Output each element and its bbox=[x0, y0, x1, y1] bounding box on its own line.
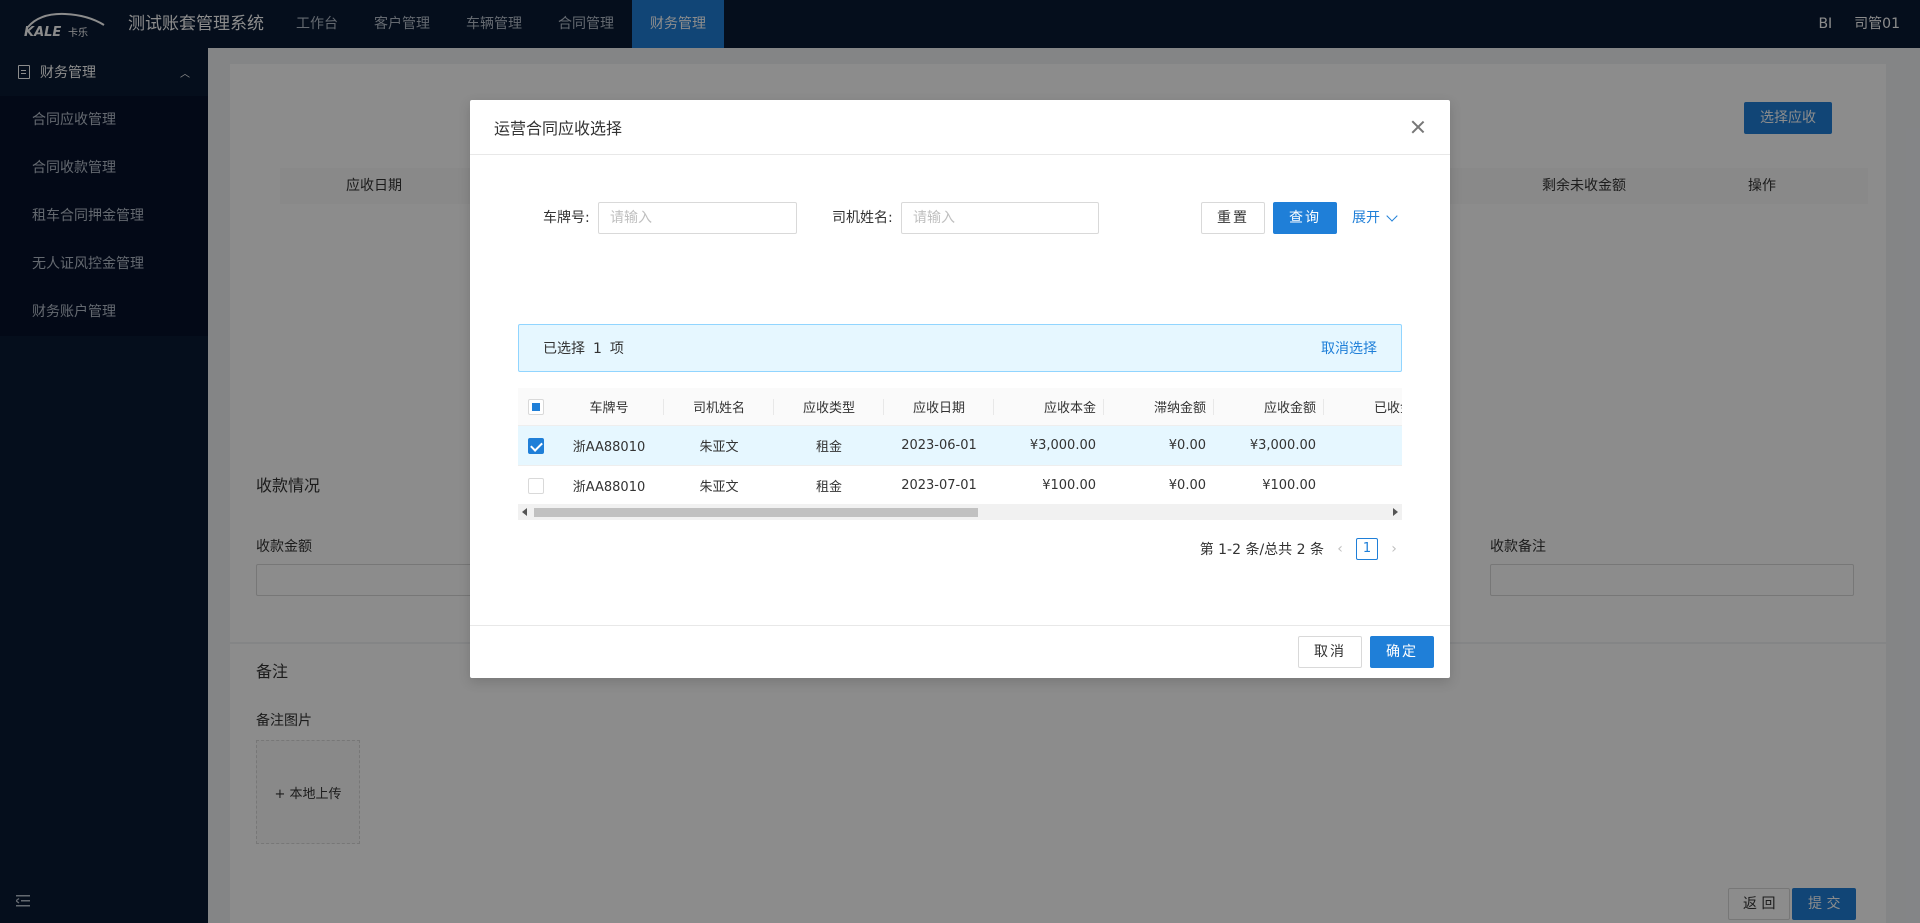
scroll-right-icon[interactable] bbox=[1393, 508, 1398, 516]
cell-plate: 浙AA88010 bbox=[572, 440, 646, 455]
selection-info: 已选择 1 项 bbox=[543, 338, 624, 358]
close-icon[interactable] bbox=[1410, 119, 1426, 135]
cell-type: 租金 bbox=[815, 440, 842, 455]
next-page-icon[interactable]: › bbox=[1386, 541, 1402, 557]
selection-count: 1 bbox=[593, 341, 602, 357]
cell-type: 租金 bbox=[815, 480, 842, 495]
cell-principal: ¥100.00 bbox=[1042, 478, 1096, 493]
cell-principal: ¥3,000.00 bbox=[1029, 438, 1096, 453]
cell-late-fee: ¥0.00 bbox=[1168, 478, 1206, 493]
row-checkbox[interactable] bbox=[528, 477, 544, 494]
reset-button[interactable]: 重置 bbox=[1201, 202, 1265, 234]
select-all-checkbox[interactable] bbox=[528, 398, 544, 415]
clear-selection-link[interactable]: 取消选择 bbox=[1321, 338, 1377, 358]
confirm-button[interactable]: 确定 bbox=[1370, 636, 1434, 668]
cell-date: 2023-07-01 bbox=[901, 478, 977, 493]
cell-driver: 朱亚文 bbox=[699, 480, 739, 495]
table-horizontal-scrollbar[interactable] bbox=[518, 504, 1402, 520]
pagination-summary: 第 1-2 条/总共 2 条 bbox=[1199, 542, 1324, 558]
cell-plate: 浙AA88010 bbox=[572, 480, 646, 495]
expand-label: 展开 bbox=[1352, 210, 1380, 226]
cell-received-amount: ¥0 bbox=[1324, 466, 1402, 505]
cancel-button[interactable]: 取消 bbox=[1298, 636, 1362, 668]
scrollbar-thumb[interactable] bbox=[534, 508, 978, 517]
query-button[interactable]: 查询 bbox=[1273, 202, 1337, 234]
cell-receivable-amount: ¥3,000.00 bbox=[1249, 438, 1316, 453]
scroll-left-icon[interactable] bbox=[522, 508, 527, 516]
modal-header: 运营合同应收选择 bbox=[470, 100, 1450, 155]
driver-name-label: 司机姓名: bbox=[832, 210, 893, 226]
th-received-amount: 已收金额 bbox=[1324, 388, 1402, 425]
chevron-down-icon bbox=[1386, 210, 1398, 222]
prev-page-icon[interactable]: ‹ bbox=[1332, 541, 1348, 557]
table-header-row: 车牌号 司机姓名 应收类型 应收日期 应收本金 滞纳金额 应收金额 已收金额 bbox=[518, 388, 1402, 426]
receivable-table: 车牌号 司机姓名 应收类型 应收日期 应收本金 滞纳金额 应收金额 已收金额 浙… bbox=[518, 388, 1402, 522]
th-receivable-amount: 应收金额 bbox=[1214, 388, 1324, 425]
driver-name-input[interactable] bbox=[901, 202, 1099, 234]
page-item-1[interactable]: 1 bbox=[1356, 538, 1378, 560]
cell-received-amount: ¥0 bbox=[1324, 426, 1402, 465]
cell-driver: 朱亚文 bbox=[699, 440, 739, 455]
th-select-all bbox=[518, 388, 554, 425]
pagination: 第 1-2 条/总共 2 条 ‹ 1 › bbox=[1200, 538, 1402, 560]
table-row[interactable]: 浙AA88010 朱亚文 租金 2023-06-01 ¥3,000.00 ¥0.… bbox=[518, 426, 1402, 466]
modal-footer: 取消 确定 bbox=[470, 625, 1450, 678]
receivable-select-modal: 运营合同应收选择 车牌号: 司机姓名: 重置 查询 展开 bbox=[470, 100, 1450, 678]
th-plate: 车牌号 bbox=[554, 388, 664, 425]
expand-toggle[interactable]: 展开 bbox=[1352, 202, 1398, 234]
plate-input[interactable] bbox=[598, 202, 797, 234]
th-date: 应收日期 bbox=[884, 388, 994, 425]
search-form: 车牌号: 司机姓名: 重置 查询 展开 bbox=[470, 202, 1450, 234]
selection-alert: 已选择 1 项 取消选择 bbox=[518, 324, 1402, 372]
th-principal: 应收本金 bbox=[994, 388, 1104, 425]
cell-date: 2023-06-01 bbox=[901, 438, 977, 453]
plate-label: 车牌号: bbox=[543, 210, 590, 226]
cell-late-fee: ¥0.00 bbox=[1168, 438, 1206, 453]
th-type: 应收类型 bbox=[774, 388, 884, 425]
table-row[interactable]: 浙AA88010 朱亚文 租金 2023-07-01 ¥100.00 ¥0.00… bbox=[518, 466, 1402, 506]
th-driver: 司机姓名 bbox=[664, 388, 774, 425]
row-checkbox[interactable] bbox=[528, 437, 544, 454]
selection-prefix: 已选择 bbox=[543, 341, 585, 357]
cell-receivable-amount: ¥100.00 bbox=[1262, 478, 1316, 493]
selection-suffix: 项 bbox=[609, 341, 624, 357]
modal-title: 运营合同应收选择 bbox=[494, 119, 623, 138]
th-late-fee: 滞纳金额 bbox=[1104, 388, 1214, 425]
